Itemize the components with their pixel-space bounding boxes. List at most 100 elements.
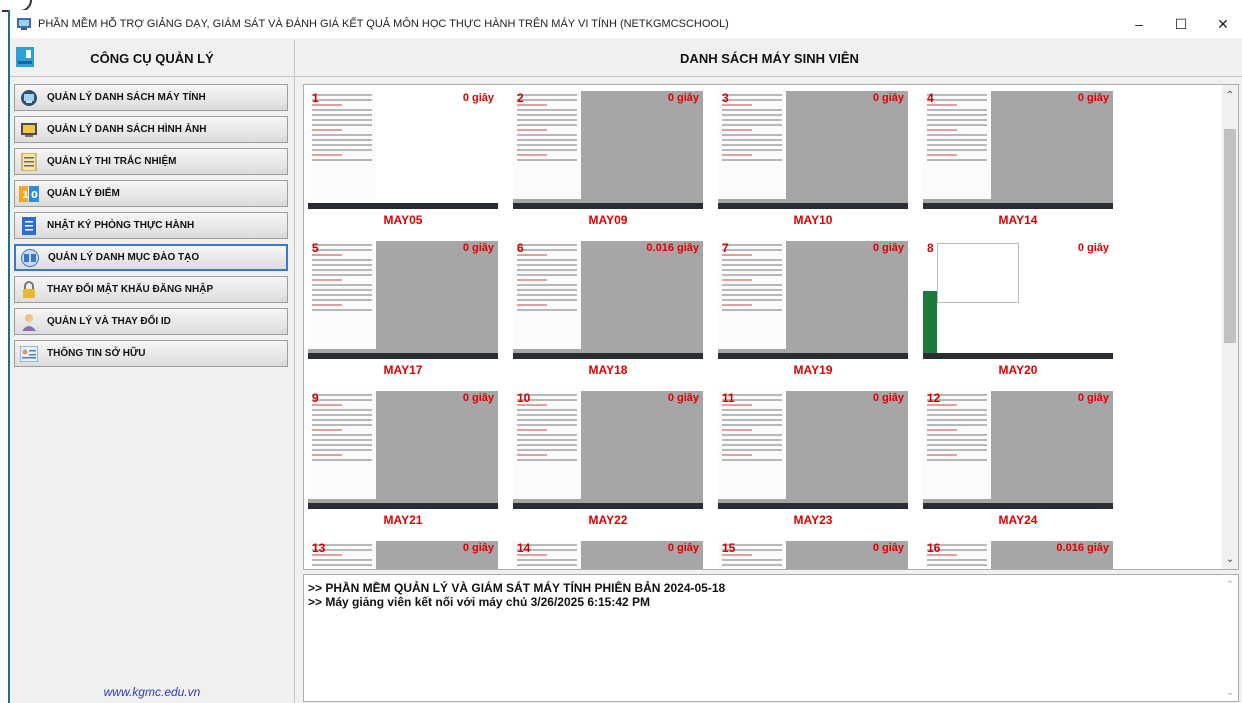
thumbnail-line bbox=[722, 159, 782, 161]
sidebar-item-label: QUẢN LÝ ĐIỂM bbox=[47, 188, 120, 199]
screen-thumbnail[interactable] bbox=[923, 91, 1113, 209]
thumbnail-line bbox=[312, 279, 342, 281]
sidebar-header: CÔNG CỤ QUẢN LÝ bbox=[10, 40, 294, 77]
thumbnail-line bbox=[312, 394, 372, 396]
thumbnail-window bbox=[308, 391, 376, 499]
thumbnail-line bbox=[722, 124, 782, 126]
machine-name: MAY14 bbox=[998, 213, 1038, 227]
machine-tile[interactable]: 8 0 giây MAY20 bbox=[919, 239, 1113, 389]
machine-response-time: 0 giây bbox=[462, 242, 494, 254]
log-panel[interactable]: >> PHẦN MỀM QUẢN LÝ VÀ GIÁM SÁT MÁY TÍNH… bbox=[303, 574, 1239, 702]
close-button[interactable]: ✕ bbox=[1202, 10, 1242, 38]
maximize-button[interactable]: ☐ bbox=[1160, 10, 1202, 38]
sidebar-item-images[interactable]: QUẢN LÝ DANH SÁCH HÌNH ẢNH bbox=[14, 116, 288, 143]
sidebar-item-label: THÔNG TIN SỞ HỮU bbox=[47, 348, 146, 359]
thumbnail-line bbox=[517, 299, 577, 301]
screen-thumbnail[interactable] bbox=[718, 391, 908, 509]
machine-tile[interactable]: 15 0 giây bbox=[714, 539, 908, 570]
thumbnail-line bbox=[312, 449, 372, 451]
screen-thumbnail[interactable] bbox=[308, 391, 498, 509]
screen-thumbnail[interactable] bbox=[718, 91, 908, 209]
thumbnail-window bbox=[718, 241, 786, 349]
machine-tile[interactable]: 16 0.016 giây bbox=[919, 539, 1113, 569]
machine-tile[interactable]: 2 0 giây MAY09 bbox=[509, 89, 703, 239]
machine-name: MAY18 bbox=[588, 363, 628, 377]
sidebar-item-label: QUẢN LÝ DANH MỤC ĐÀO TẠO bbox=[48, 252, 200, 263]
machine-response-time: 0 giây bbox=[667, 92, 699, 104]
thumbnail-line bbox=[312, 134, 372, 136]
thumbnail-taskbar bbox=[923, 353, 1113, 359]
sidebar-item-label: QUẢN LÝ DANH SÁCH HÌNH ẢNH bbox=[47, 124, 207, 135]
thumbnail-line bbox=[517, 434, 577, 436]
screen-thumbnail[interactable] bbox=[923, 391, 1113, 509]
thumbnail-line bbox=[927, 119, 987, 121]
machine-tile[interactable]: 10 0 giây MAY22 bbox=[509, 389, 703, 539]
sidebar-item-scores[interactable]: 10 QUẢN LÝ ĐIỂM bbox=[14, 180, 288, 207]
scroll-thumb[interactable] bbox=[1224, 129, 1236, 343]
machine-number: 4 bbox=[927, 91, 934, 105]
sidebar-item-label: THAY ĐỔI MẬT KHẨU ĐĂNG NHẬP bbox=[47, 284, 214, 295]
sidebar-item-label: QUẢN LÝ DANH SÁCH MÁY TÍNH bbox=[47, 92, 206, 103]
screen-thumbnail[interactable] bbox=[513, 391, 703, 509]
scroll-up-icon[interactable]: ⌃ bbox=[1222, 87, 1238, 103]
machine-tile[interactable]: 9 0 giây MAY21 bbox=[304, 389, 498, 539]
log-scrollbar[interactable]: ⌃ ⌄ bbox=[1222, 575, 1238, 701]
thumbnail-line bbox=[517, 244, 577, 246]
machine-response-time: 0 giây bbox=[872, 542, 904, 554]
machine-name: MAY19 bbox=[793, 363, 833, 377]
machine-tile[interactable]: 4 0 giây MAY14 bbox=[919, 89, 1113, 239]
thumbnail-line bbox=[312, 304, 342, 306]
thumbnail-line bbox=[722, 149, 782, 151]
machine-tile[interactable]: 14 0 giây bbox=[509, 539, 703, 569]
scroll-down-icon[interactable]: ⌄ bbox=[1222, 551, 1238, 567]
sidebar-item-change-password[interactable]: THAY ĐỔI MẬT KHẨU ĐĂNG NHẬP bbox=[14, 276, 288, 303]
screen-thumbnail[interactable] bbox=[718, 241, 908, 359]
svg-text:0: 0 bbox=[31, 190, 38, 201]
thumbnail-line bbox=[517, 99, 577, 101]
machine-response-time: 0 giây bbox=[462, 392, 494, 404]
thumbnail-line bbox=[722, 569, 782, 570]
sidebar-item-computers[interactable]: QUẢN LÝ DANH SÁCH MÁY TÍNH bbox=[14, 84, 288, 111]
sidebar-item-quiz[interactable]: QUẢN LÝ THI TRẮC NHIỆM bbox=[14, 148, 288, 175]
sidebar-item-manage-id[interactable]: QUẢN LÝ VÀ THAY ĐỔI ID bbox=[14, 308, 288, 335]
thumbnail-sidebar bbox=[923, 291, 937, 353]
log-scroll-up-icon[interactable]: ⌃ bbox=[1222, 577, 1238, 591]
sidebar-item-lab-log[interactable]: NHẬT KÝ PHÒNG THỰC HÀNH bbox=[14, 212, 288, 239]
screen-thumbnail[interactable] bbox=[923, 241, 1113, 359]
sidebar-item-training-catalog[interactable]: QUẢN LÝ DANH MỤC ĐÀO TẠO bbox=[14, 244, 288, 271]
machine-tile[interactable]: 7 0 giây MAY19 bbox=[714, 239, 908, 389]
screen-thumbnail[interactable] bbox=[513, 241, 703, 359]
machine-tile[interactable]: 3 0 giây MAY10 bbox=[714, 89, 908, 239]
thumbnail-line bbox=[312, 114, 372, 116]
thumbnail-line bbox=[517, 444, 577, 446]
machine-tile[interactable]: 11 0 giây MAY23 bbox=[714, 389, 908, 539]
machine-tile[interactable]: 12 0 giây MAY24 bbox=[919, 389, 1113, 539]
machine-response-time: 0.016 giây bbox=[1056, 542, 1109, 554]
screen-thumbnail[interactable] bbox=[308, 91, 498, 209]
screen-thumbnail[interactable] bbox=[513, 91, 703, 209]
window-title: PHẦN MỀM HỖ TRỢ GIẢNG DẠY, GIÁM SÁT VÀ Đ… bbox=[38, 18, 729, 30]
machine-number: 9 bbox=[312, 391, 319, 405]
machine-response-time: 0 giây bbox=[667, 542, 699, 554]
thumbnail-line bbox=[517, 419, 577, 421]
log-scroll-down-icon[interactable]: ⌄ bbox=[1222, 685, 1238, 699]
sidebar-item-ownership-info[interactable]: THÔNG TIN SỞ HỮU bbox=[14, 340, 288, 367]
machine-tile[interactable]: 5 0 giây MAY17 bbox=[304, 239, 498, 389]
thumbnail-line bbox=[517, 269, 577, 271]
thumbnail-line bbox=[722, 99, 782, 101]
website-link[interactable]: www.kgmc.edu.vn bbox=[10, 685, 294, 699]
machine-tile[interactable]: 13 0 giây bbox=[304, 539, 498, 569]
thumbnail-window bbox=[718, 391, 786, 499]
machine-tile[interactable]: 1 0 giây MAY05 bbox=[304, 89, 498, 239]
thumbnail-line bbox=[517, 304, 547, 306]
machine-grid[interactable]: 1 0 giây MAY05 2 0 giây MAY09 3 0 giây MAY10 4 0 g… bbox=[303, 84, 1239, 570]
thumbnail-line bbox=[312, 289, 372, 291]
thumbnail-line bbox=[927, 154, 957, 156]
screen-thumbnail[interactable] bbox=[308, 241, 498, 359]
thumbnail-line bbox=[312, 149, 372, 151]
thumbnail-line bbox=[722, 249, 782, 251]
machine-tile[interactable]: 6 0.016 giây MAY18 bbox=[509, 239, 703, 389]
grid-scrollbar[interactable]: ⌃ ⌄ bbox=[1222, 85, 1238, 569]
sidebar-item-label: NHẬT KÝ PHÒNG THỰC HÀNH bbox=[47, 220, 195, 231]
minimize-button[interactable]: – bbox=[1118, 10, 1160, 38]
